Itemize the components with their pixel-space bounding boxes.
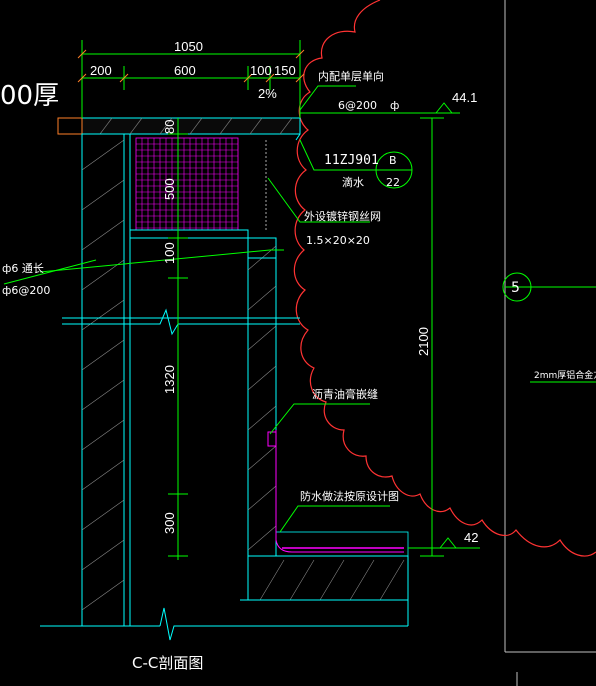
dim-100: 100 <box>250 63 272 78</box>
sealant-note: 沥青油膏嵌缝 <box>312 387 378 401</box>
elev-top: 44.1 <box>452 90 477 105</box>
dim-600: 600 <box>174 63 196 78</box>
planter-wall <box>247 237 277 557</box>
rebar-left-2: ф6@200 <box>2 284 50 297</box>
axis-label: 5 <box>511 280 520 296</box>
dim-1320: 1320 <box>162 365 177 394</box>
dim-slope: 2% <box>258 86 277 101</box>
waterproof-note: 防水做法按原设计图 <box>300 489 399 503</box>
atlas-sheet: B <box>389 154 397 167</box>
ground-lines <box>40 556 409 641</box>
right-note: 2mm厚铝合金方管 <box>534 369 596 381</box>
dim-2100: 2100 <box>416 327 431 356</box>
rebar-left-1: ф6 通长 <box>2 262 44 275</box>
mesh-title: 外设镀锌钢丝网 <box>304 209 381 223</box>
break-lines <box>62 308 300 336</box>
elev-bottom: 42 <box>464 530 478 545</box>
frame-lines <box>504 0 596 686</box>
dim-500: 500 <box>162 178 177 200</box>
left-wall <box>81 133 131 627</box>
thickness-fragment: 00厚 <box>0 81 59 111</box>
rebar-top-spec: 6@200 <box>338 99 377 112</box>
drip-note: 滴水 <box>342 175 364 189</box>
section-title: C-C剖面图 <box>132 654 203 672</box>
dim-100-v: 100 <box>162 242 177 264</box>
dim-300: 300 <box>162 512 177 534</box>
cad-section-drawing: 1050 200 600 100 150 2% 80 500 100 1320 … <box>0 0 596 686</box>
atlas-page: 22 <box>386 176 400 189</box>
dim-total-width: 1050 <box>174 39 203 54</box>
elevation-marks <box>435 102 457 549</box>
rebar-top-note: 内配单层单向 <box>318 69 384 83</box>
top-slab <box>57 117 301 141</box>
atlas-code: 11ZJ901 <box>324 153 379 168</box>
revision-cloud <box>293 0 596 557</box>
lintel <box>129 140 267 239</box>
rebar-top-symbol: ф <box>390 99 399 112</box>
dim-200: 200 <box>90 63 112 78</box>
dim-80: 80 <box>162 120 177 134</box>
mesh-grid-lines <box>136 138 238 230</box>
dim-150: 150 <box>274 63 296 78</box>
mesh-spec: 1.5×20×20 <box>306 234 370 247</box>
